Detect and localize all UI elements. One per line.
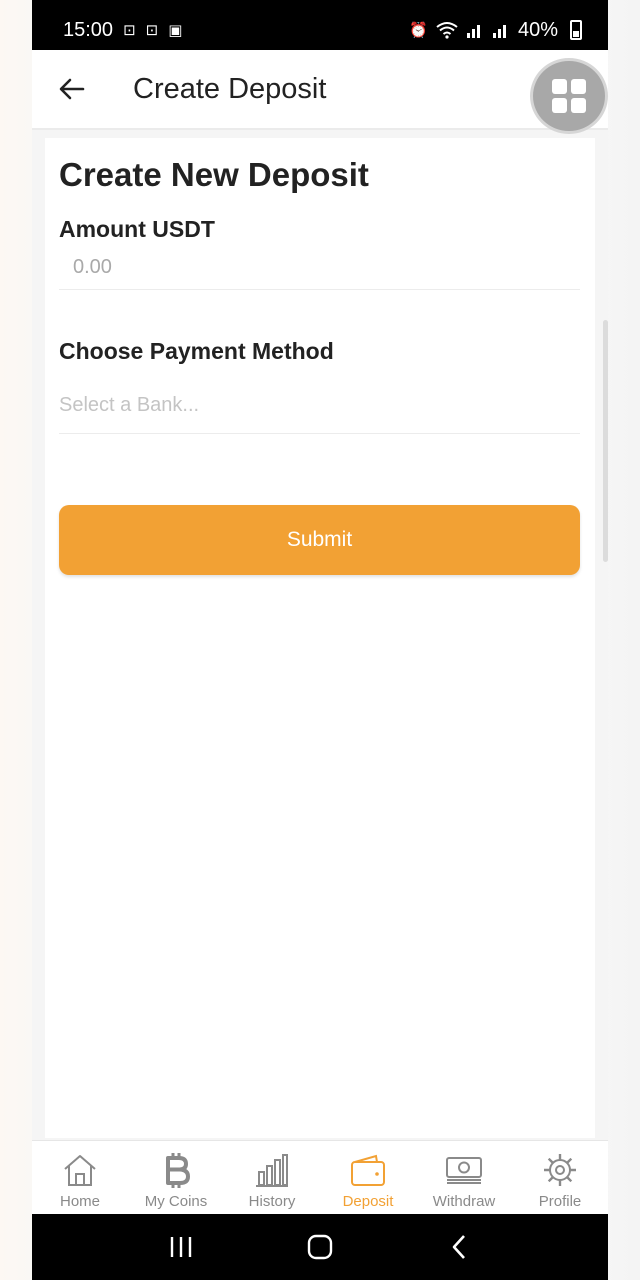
gear-icon xyxy=(544,1154,576,1186)
form-title: Create New Deposit xyxy=(59,156,369,193)
bank-select-placeholder: Select a Bank... xyxy=(59,394,200,416)
wallet-icon xyxy=(351,1154,385,1186)
nav-item-deposit[interactable]: Deposit xyxy=(320,1141,416,1214)
system-nav-bar xyxy=(32,1214,608,1280)
menu-fab-button[interactable] xyxy=(530,58,608,134)
bank-select[interactable]: Select a Bank... xyxy=(59,378,580,434)
cash-icon xyxy=(446,1157,482,1184)
chevron-left-icon xyxy=(452,1235,465,1259)
home-button-icon xyxy=(307,1234,333,1260)
bitcoin-icon xyxy=(166,1153,190,1188)
signal-icon xyxy=(492,25,506,38)
battery-icon xyxy=(570,20,582,40)
app-header: Create Deposit xyxy=(32,50,608,134)
nav-label-profile: Profile xyxy=(538,1193,582,1210)
grid-icon xyxy=(552,79,586,113)
payment-method-label: Choose Payment Method xyxy=(59,338,334,364)
nav-item-home[interactable]: Home xyxy=(32,1141,128,1214)
bar-chart-icon xyxy=(256,1154,288,1187)
nav-label-my-coins: My Coins xyxy=(144,1193,208,1210)
wifi-icon xyxy=(436,22,458,39)
deposit-form-card: Create New Deposit Amount USDT Choose Pa… xyxy=(45,138,595,1138)
nav-label-history: History xyxy=(248,1193,296,1210)
home-system-button[interactable] xyxy=(300,1227,340,1267)
screen-record-icon: ⊡ xyxy=(123,21,136,39)
signal-icon xyxy=(466,25,480,38)
back-system-button[interactable] xyxy=(439,1227,479,1267)
submit-button[interactable]: Submit xyxy=(59,505,580,575)
recent-apps-icon xyxy=(171,1237,192,1257)
scrollbar[interactable] xyxy=(603,320,608,562)
alarm-icon: ⏰ xyxy=(409,21,428,39)
nav-item-history[interactable]: History xyxy=(224,1141,320,1214)
nav-label-deposit: Deposit xyxy=(342,1193,394,1210)
phone-screen: 15:00 ⊡ ⊡ ▣ ⏰ 40% Create Deposit Create … xyxy=(32,0,608,1280)
nav-label-withdraw: Withdraw xyxy=(432,1193,496,1210)
screen-record-icon: ⊡ xyxy=(145,21,159,39)
status-time: 15:00 xyxy=(63,18,114,41)
page-title: Create Deposit xyxy=(133,72,327,105)
nav-item-withdraw[interactable]: Withdraw xyxy=(416,1141,512,1214)
notification-icon: ▣ xyxy=(168,21,183,39)
amount-label: Amount USDT xyxy=(59,216,215,242)
nav-item-my-coins[interactable]: My Coins xyxy=(128,1141,224,1214)
back-button[interactable] xyxy=(52,69,92,109)
nav-label-home: Home xyxy=(59,1193,100,1210)
nav-item-profile[interactable]: Profile xyxy=(512,1141,608,1214)
recent-apps-button[interactable] xyxy=(161,1227,201,1267)
amount-input[interactable] xyxy=(59,246,580,290)
arrow-left-icon xyxy=(59,78,85,100)
home-icon xyxy=(64,1155,96,1186)
battery-percent: 40% xyxy=(517,18,558,41)
bottom-nav: Home My Coins History Deposit Withdraw P… xyxy=(32,1140,608,1214)
